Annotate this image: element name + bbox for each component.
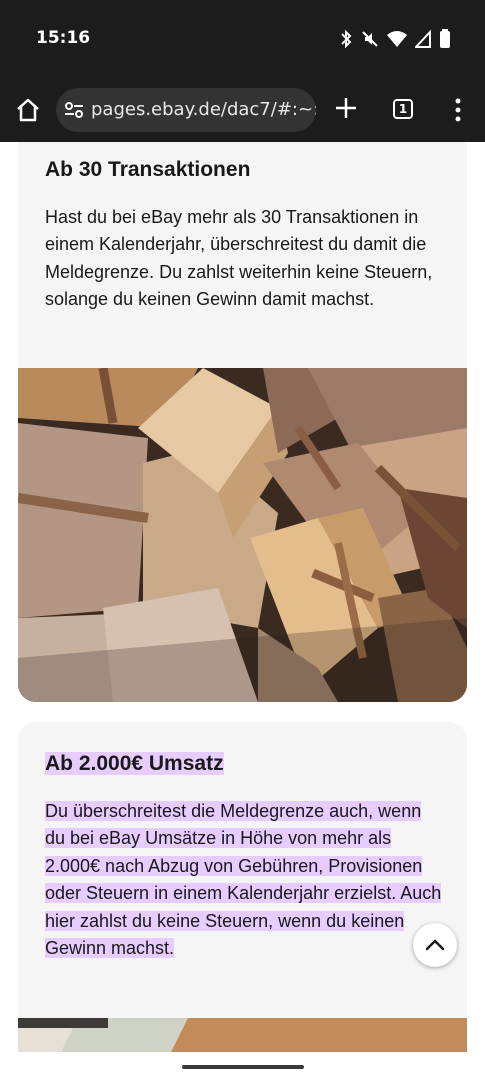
- status-bar: 15:16: [0, 0, 485, 80]
- highlighted-title: Ab 2.000€ Umsatz: [45, 752, 224, 775]
- next-section-image: [18, 1018, 467, 1052]
- tab-switcher-icon[interactable]: 1: [393, 99, 413, 119]
- section-card-transactions: Ab 30 Transaktionen Hast du bei eBay meh…: [18, 142, 467, 702]
- signal-icon: [415, 30, 431, 48]
- home-icon[interactable]: [14, 96, 42, 124]
- boxes-illustration: [18, 368, 467, 702]
- next-image-preview: [18, 1018, 467, 1052]
- bluetooth-icon: [341, 29, 352, 49]
- status-icons: [339, 28, 451, 50]
- status-time: 15:16: [36, 28, 91, 48]
- section-card-revenue: Ab 2.000€ Umsatz Du überschreitest die M…: [18, 722, 467, 1052]
- site-settings-icon[interactable]: [64, 100, 84, 120]
- wifi-icon: [387, 31, 407, 47]
- more-menu-icon[interactable]: [448, 97, 468, 123]
- new-tab-plus-icon[interactable]: [334, 96, 358, 120]
- url-bar[interactable]: pages.ebay.de/dac7/#:~:t: [56, 88, 316, 132]
- tab-count: 1: [398, 102, 408, 116]
- section-text: Du überschreitest die Meldegrenze auch, …: [45, 798, 445, 962]
- scroll-to-top-button[interactable]: [413, 923, 457, 967]
- gesture-handle[interactable]: [182, 1065, 304, 1069]
- battery-icon: [440, 29, 450, 48]
- section-text: Hast du bei eBay mehr als 30 Transaktion…: [45, 207, 433, 310]
- section-title: Ab 30 Transaktionen: [45, 158, 251, 181]
- gesture-nav-area: [0, 1052, 485, 1080]
- highlighted-text: Du überschreitest die Meldegrenze auch, …: [45, 801, 442, 959]
- section-title: Ab 2.000€ Umsatz: [45, 752, 224, 776]
- browser-toolbar: pages.ebay.de/dac7/#:~:t 1: [0, 80, 485, 142]
- cardboard-boxes-image: [18, 368, 467, 702]
- chevron-up-icon: [425, 939, 445, 951]
- muted-icon: [362, 31, 378, 47]
- page-content[interactable]: Ab 30 Transaktionen Hast du bei eBay meh…: [0, 142, 485, 1052]
- url-text[interactable]: pages.ebay.de/dac7/#:~:t: [91, 99, 316, 120]
